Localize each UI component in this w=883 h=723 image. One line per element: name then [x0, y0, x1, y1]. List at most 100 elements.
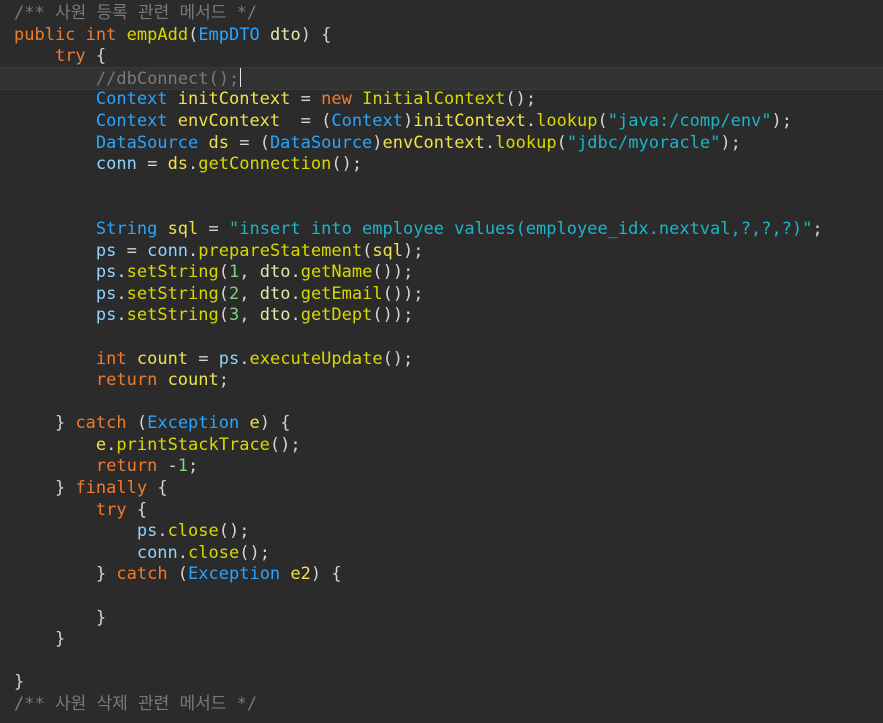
- code-line[interactable]: DataSource ds = (DataSource)envContext.l…: [0, 133, 883, 155]
- code-token: new: [321, 89, 352, 110]
- code-token: Context: [331, 110, 403, 131]
- code-token: ps: [136, 521, 158, 542]
- code-line[interactable]: [0, 392, 883, 414]
- code-line[interactable]: } catch (Exception e) {: [0, 413, 883, 435]
- code-line[interactable]: [0, 197, 883, 219]
- code-line[interactable]: [0, 586, 883, 608]
- code-line[interactable]: conn = ds.getConnection();: [0, 154, 883, 176]
- code-token: "java:/comp/env": [607, 110, 772, 131]
- code-token: ());: [372, 262, 414, 283]
- code-token: 2: [229, 283, 240, 304]
- code-token: ();: [218, 521, 250, 542]
- code-token: InitialContext: [362, 89, 506, 110]
- code-token: }: [54, 629, 66, 650]
- code-token: catch: [75, 413, 127, 434]
- code-line[interactable]: }: [0, 608, 883, 630]
- code-line[interactable]: ps = conn.prepareStatement(sql);: [0, 241, 883, 263]
- code-token: ());: [382, 283, 424, 304]
- code-line[interactable]: int count = ps.executeUpdate();: [0, 349, 883, 371]
- code-token: .: [239, 348, 250, 369]
- code-token: }: [54, 478, 76, 499]
- code-line[interactable]: } finally {: [0, 478, 883, 500]
- code-token: Exception: [188, 564, 281, 585]
- code-token: = (: [280, 110, 332, 131]
- code-token: .: [188, 240, 199, 261]
- code-line[interactable]: return count;: [0, 370, 883, 392]
- code-token: getConnection: [198, 154, 332, 175]
- code-token: 3: [229, 305, 240, 326]
- code-token: .: [157, 521, 168, 542]
- code-line[interactable]: conn.close();: [0, 543, 883, 565]
- code-token: e2: [290, 564, 311, 585]
- code-token: catch: [116, 564, 168, 585]
- code-line[interactable]: }: [0, 672, 883, 694]
- code-line[interactable]: ps.setString(1, dto.getName());: [0, 262, 883, 284]
- code-token: .: [106, 434, 117, 455]
- code-token: (: [126, 413, 148, 434]
- code-token: /** 사원 등록 관련 메서드 */: [14, 3, 258, 23]
- code-token: public: [14, 24, 76, 45]
- code-token: /** 사원 삭제 관련 메서드 */: [14, 694, 258, 714]
- code-token: {: [147, 478, 168, 499]
- code-token: (: [597, 110, 608, 131]
- code-token: initContext: [413, 110, 526, 131]
- code-line[interactable]: public int empAdd(EmpDTO dto) {: [0, 25, 883, 47]
- code-token: DataSource: [269, 132, 373, 153]
- code-token: count: [136, 348, 189, 369]
- code-line[interactable]: } catch (Exception e2) {: [0, 564, 883, 586]
- code-line[interactable]: ps.setString(3, dto.getDept());: [0, 305, 883, 327]
- code-token: dto: [259, 262, 291, 283]
- code-token: .: [188, 154, 199, 175]
- code-line[interactable]: [0, 176, 883, 198]
- code-line[interactable]: e.printStackTrace();: [0, 435, 883, 457]
- code-line[interactable]: try {: [0, 46, 883, 68]
- code-token: );: [403, 240, 424, 261]
- code-token: envContext: [382, 132, 485, 153]
- code-token: }: [95, 607, 107, 628]
- code-token: printStackTrace: [116, 434, 270, 455]
- code-token: ());: [372, 305, 414, 326]
- code-token: return: [95, 456, 158, 477]
- code-token: {: [126, 499, 148, 520]
- code-line[interactable]: /** 사원 등록 관련 메서드 */: [0, 3, 883, 25]
- code-line[interactable]: //dbConnect();: [0, 66, 883, 91]
- code-token: );: [771, 110, 793, 131]
- code-token: ): [372, 132, 383, 153]
- code-token: conn: [147, 240, 189, 261]
- code-token: lookup: [536, 110, 598, 131]
- code-line[interactable]: [0, 327, 883, 349]
- code-line[interactable]: String sql = "insert into employee value…: [0, 219, 883, 241]
- code-token: (: [218, 262, 229, 283]
- code-token: "jdbc/myoracle": [566, 132, 721, 153]
- code-token: .: [116, 305, 127, 326]
- code-line[interactable]: Context envContext = (Context)initContex…: [0, 111, 883, 133]
- code-line[interactable]: try {: [0, 500, 883, 522]
- code-token: setString: [126, 305, 219, 326]
- code-token: (: [218, 283, 229, 304]
- code-line[interactable]: [0, 651, 883, 673]
- code-token: lookup: [495, 132, 557, 153]
- code-line[interactable]: return -1;: [0, 456, 883, 478]
- code-editor[interactable]: /** 사원 등록 관련 메서드 */public int empAdd(Emp…: [0, 0, 883, 723]
- code-token: ;: [218, 370, 229, 391]
- code-line[interactable]: /** 사원 삭제 관련 메서드 */: [0, 694, 883, 716]
- code-token: int: [95, 348, 127, 369]
- code-token: 1: [177, 456, 189, 477]
- code-token: .: [290, 262, 301, 283]
- code-token: finally: [75, 478, 148, 499]
- code-token: initContext: [177, 89, 291, 110]
- code-token: .: [177, 542, 189, 563]
- code-line[interactable]: }: [0, 629, 883, 651]
- code-line[interactable]: Context initContext = new InitialContext…: [0, 89, 883, 111]
- code-line[interactable]: ps.setString(2, dto.getEmail());: [0, 284, 883, 306]
- code-line[interactable]: ps.close();: [0, 521, 883, 543]
- code-token: conn: [95, 154, 137, 175]
